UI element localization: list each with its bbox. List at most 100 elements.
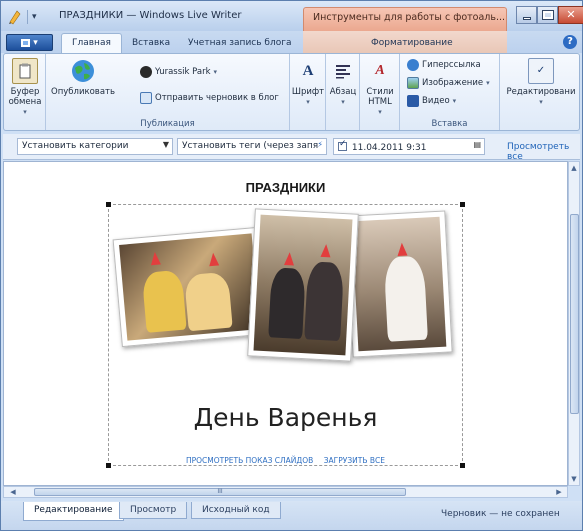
- party-hat-icon: [284, 251, 295, 266]
- quick-access-toolbar: ▾: [7, 9, 37, 25]
- vertical-scroll-thumb[interactable]: [570, 214, 579, 414]
- album-links: ПРОСМОТРЕТЬ ПОКАЗ СЛАЙДОВ ЗАГРУЗИТЬ ВСЕ: [109, 456, 462, 465]
- draft-status: Черновик — не сохранен: [441, 509, 560, 519]
- categories-value: Установить категории: [22, 141, 129, 151]
- scroll-down-icon[interactable]: ▼: [569, 475, 579, 483]
- tab-preview-view[interactable]: Просмотр: [119, 502, 188, 519]
- help-icon[interactable]: ?: [563, 35, 577, 49]
- paragraph-label: Абзац: [329, 87, 357, 97]
- hyperlink-icon: [407, 59, 419, 71]
- scroll-left-icon[interactable]: ◀: [8, 488, 18, 496]
- post-properties-bar: Установить категории ▼ Установить теги (…: [3, 134, 580, 162]
- tab-blog-account[interactable]: Учетная запись блога: [178, 36, 301, 50]
- styles-icon: A: [375, 63, 385, 78]
- party-hat-icon: [396, 242, 408, 257]
- download-all-link[interactable]: ЗАГРУЗИТЬ ВСЕ: [324, 456, 385, 465]
- hyperlink-button[interactable]: Гиперссылка: [407, 59, 481, 71]
- blog-selector[interactable]: Yurassik Park ▾: [140, 66, 217, 78]
- writer-app-icon[interactable]: [7, 9, 23, 25]
- minimize-button[interactable]: [516, 6, 537, 24]
- tags-placeholder: Установить теги (через запя: [182, 141, 319, 151]
- party-hat-icon: [320, 243, 332, 258]
- chevron-down-icon: ▼: [162, 140, 169, 149]
- resize-handle-ne[interactable]: [460, 202, 465, 207]
- calendar-icon[interactable]: ▤: [473, 140, 481, 149]
- minimize-icon: [522, 16, 531, 20]
- editing-button[interactable]: ✓ Редактировани ▾: [504, 58, 578, 107]
- qat-separator: [27, 10, 28, 24]
- publish-group-label: Публикация: [140, 119, 195, 129]
- paragraph-group: Абзац ▾: [326, 54, 360, 130]
- clipboard-label: Буфер обмена: [8, 87, 42, 107]
- image-label: Изображение: [422, 78, 484, 88]
- party-hat-icon: [149, 251, 161, 266]
- maximize-button[interactable]: [537, 6, 558, 24]
- vertical-scrollbar[interactable]: ▲ ▼: [568, 161, 580, 486]
- album-title: День Варенья: [193, 403, 378, 432]
- tab-insert[interactable]: Вставка: [122, 36, 180, 50]
- post-title[interactable]: ПРАЗДНИКИ: [4, 180, 567, 195]
- chevron-down-icon: ▾: [306, 98, 310, 106]
- editing-group: ✓ Редактировани ▾: [500, 54, 580, 130]
- ribbon-tab-row: ▾ Главная Вставка Учетная запись блога Ф…: [1, 31, 582, 53]
- photo-album-frame[interactable]: День Варенья ПРОСМОТРЕТЬ ПОКАЗ СЛАЙДОВ З…: [106, 202, 465, 468]
- tags-input[interactable]: Установить теги (через запя ⚡: [177, 138, 327, 155]
- photo-image: [351, 216, 447, 352]
- app-menu-icon: [21, 38, 31, 47]
- tab-source-view[interactable]: Исходный код: [191, 502, 281, 519]
- clipboard-group: Буфер обмена ▾: [4, 54, 46, 130]
- categories-combo[interactable]: Установить категории ▼: [17, 138, 173, 155]
- scroll-right-icon[interactable]: ▶: [554, 488, 564, 496]
- qat-dropdown[interactable]: ▾: [32, 12, 37, 22]
- album-photo-2[interactable]: [247, 208, 359, 362]
- chevron-down-icon: ▾: [539, 98, 543, 106]
- insert-group-label: Вставка: [431, 119, 468, 129]
- video-button[interactable]: Видео ▾: [407, 95, 456, 107]
- tab-home[interactable]: Главная: [61, 33, 122, 53]
- album-photo-1[interactable]: [112, 226, 267, 348]
- clipboard-button[interactable]: Буфер обмена ▾: [7, 58, 43, 117]
- photo-figure: [141, 269, 187, 333]
- html-styles-button[interactable]: A Стили HTML ▾: [364, 58, 396, 117]
- chevron-down-icon: ▾: [23, 108, 27, 116]
- video-icon: [407, 95, 419, 107]
- photo-album-tools-tab[interactable]: Инструменты для работы с фотоаль...: [303, 7, 507, 31]
- editing-label: Редактировани: [506, 87, 576, 97]
- paragraph-button[interactable]: Абзац ▾: [328, 58, 358, 107]
- publish-group: Опубликовать Yurassik Park ▾ Отправить ч…: [46, 54, 290, 130]
- slideshow-link[interactable]: ПРОСМОТРЕТЬ ПОКАЗ СЛАЙДОВ: [186, 456, 313, 465]
- resize-handle-nw[interactable]: [106, 202, 111, 207]
- font-label: Шрифт: [291, 87, 325, 97]
- chevron-down-icon: ▾: [341, 98, 345, 106]
- hyperlink-label: Гиперссылка: [422, 60, 481, 70]
- title-bar: ▾ ПРАЗДНИКИ — Windows Live Writer Инстру…: [1, 1, 583, 31]
- scroll-up-icon[interactable]: ▲: [569, 164, 579, 172]
- application-menu-button[interactable]: ▾: [6, 34, 53, 51]
- image-button[interactable]: Изображение ▾: [407, 77, 490, 89]
- post-editor[interactable]: ПРАЗДНИКИ День Варенья ПРОСМОТРЕТЬ ПОКАЗ…: [3, 161, 568, 486]
- send-draft-button[interactable]: Отправить черновик в блог: [140, 92, 279, 104]
- chevron-down-icon: ▾: [486, 79, 490, 87]
- date-checkbox[interactable]: [338, 139, 347, 151]
- album-photo-3[interactable]: [345, 210, 453, 358]
- font-button[interactable]: A Шрифт ▾: [291, 58, 325, 107]
- view-all-link[interactable]: Просмотреть все: [507, 142, 580, 162]
- video-label: Видео: [422, 96, 450, 106]
- chevron-down-icon: ▾: [452, 97, 457, 105]
- horizontal-scrollbar[interactable]: ◀ III ▶: [3, 486, 568, 498]
- publish-button[interactable]: Опубликовать: [51, 58, 115, 97]
- tab-formatting[interactable]: Форматирование: [361, 36, 463, 50]
- tag-picker-icon[interactable]: ⚡: [317, 140, 323, 149]
- html-styles-group: A Стили HTML ▾: [360, 54, 400, 130]
- close-button[interactable]: ✕: [558, 6, 583, 24]
- tab-edit-view[interactable]: Редактирование: [23, 502, 124, 521]
- paragraph-icon: [330, 58, 356, 84]
- horizontal-scroll-thumb[interactable]: III: [34, 488, 406, 496]
- publish-date-field[interactable]: 11.04.2011 9:31 ▤: [333, 138, 485, 155]
- photo-image: [119, 233, 260, 341]
- clipboard-icon: [12, 58, 38, 84]
- window-title: ПРАЗДНИКИ — Windows Live Writer: [59, 10, 242, 21]
- photo-figure: [183, 271, 233, 332]
- ribbon: Буфер обмена ▾ Опубликовать Yurassik Par…: [3, 53, 580, 131]
- app-menu-chevron-icon: ▾: [33, 37, 38, 48]
